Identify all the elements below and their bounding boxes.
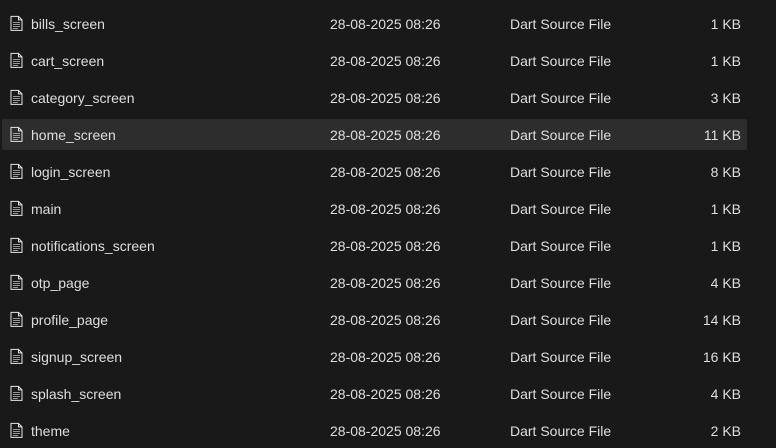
file-date-modified: 28-08-2025 08:26 xyxy=(330,237,441,254)
file-size: 2 KB xyxy=(710,422,741,439)
file-row[interactable]: theme 28-08-2025 08:26 Dart Source File … xyxy=(2,415,747,446)
file-row[interactable]: category_screen 28-08-2025 08:26 Dart So… xyxy=(2,82,747,113)
file-type: Dart Source File xyxy=(510,311,612,328)
file-date-modified: 28-08-2025 08:26 xyxy=(330,200,441,217)
file-row[interactable]: splash_screen 28-08-2025 08:26 Dart Sour… xyxy=(2,378,747,409)
file-row[interactable]: profile_page 28-08-2025 08:26 Dart Sourc… xyxy=(2,304,747,335)
file-row[interactable]: signup_screen 28-08-2025 08:26 Dart Sour… xyxy=(2,341,747,372)
file-list: bills_screen 28-08-2025 08:26 Dart Sourc… xyxy=(0,0,776,448)
file-name: splash_screen xyxy=(31,385,122,402)
document-icon xyxy=(10,163,23,179)
document-icon xyxy=(10,52,23,68)
document-icon xyxy=(10,200,23,216)
document-icon xyxy=(10,89,23,105)
file-date-modified: 28-08-2025 08:26 xyxy=(330,348,441,365)
file-name: login_screen xyxy=(31,163,111,180)
file-date-modified: 28-08-2025 08:26 xyxy=(330,15,441,32)
file-name: notifications_screen xyxy=(31,237,155,254)
file-size: 4 KB xyxy=(710,385,741,402)
file-type: Dart Source File xyxy=(510,89,612,106)
file-type: Dart Source File xyxy=(510,200,612,217)
file-date-modified: 28-08-2025 08:26 xyxy=(330,422,441,439)
file-type: Dart Source File xyxy=(510,237,612,254)
file-row[interactable]: cart_screen 28-08-2025 08:26 Dart Source… xyxy=(2,45,747,76)
file-name: signup_screen xyxy=(31,348,123,365)
file-name: category_screen xyxy=(31,89,135,106)
file-name: main xyxy=(31,200,62,217)
file-row[interactable]: notifications_screen 28-08-2025 08:26 Da… xyxy=(2,230,747,261)
file-date-modified: 28-08-2025 08:26 xyxy=(330,311,441,328)
file-type: Dart Source File xyxy=(510,422,612,439)
file-size: 8 KB xyxy=(710,163,741,180)
file-type: Dart Source File xyxy=(510,348,612,365)
file-type: Dart Source File xyxy=(510,385,612,402)
document-icon xyxy=(10,15,23,31)
file-size: 1 KB xyxy=(710,200,741,217)
file-size: 3 KB xyxy=(710,89,741,106)
file-size: 4 KB xyxy=(710,274,741,291)
file-type: Dart Source File xyxy=(510,126,612,143)
file-size: 1 KB xyxy=(710,52,741,69)
document-icon xyxy=(10,422,23,438)
file-size: 1 KB xyxy=(710,237,741,254)
file-name: home_screen xyxy=(31,126,116,143)
document-icon xyxy=(10,311,23,327)
document-icon xyxy=(10,348,23,364)
file-size: 11 KB xyxy=(703,126,741,143)
file-name: otp_page xyxy=(31,274,90,291)
file-type: Dart Source File xyxy=(510,15,612,32)
file-size: 16 KB xyxy=(702,348,741,365)
file-date-modified: 28-08-2025 08:26 xyxy=(330,89,441,106)
file-row[interactable]: bills_screen 28-08-2025 08:26 Dart Sourc… xyxy=(2,8,747,39)
file-name: theme xyxy=(31,422,70,439)
file-type: Dart Source File xyxy=(510,52,612,69)
file-name: cart_screen xyxy=(31,52,105,69)
document-icon xyxy=(10,237,23,253)
file-row-selected[interactable]: home_screen 28-08-2025 08:26 Dart Source… xyxy=(2,119,747,150)
file-row[interactable]: main 28-08-2025 08:26 Dart Source File 1… xyxy=(2,193,747,224)
document-icon xyxy=(10,385,23,401)
file-date-modified: 28-08-2025 08:26 xyxy=(330,385,441,402)
file-row[interactable]: login_screen 28-08-2025 08:26 Dart Sourc… xyxy=(2,156,747,187)
file-date-modified: 28-08-2025 08:26 xyxy=(330,163,441,180)
file-size: 1 KB xyxy=(710,15,741,32)
file-type: Dart Source File xyxy=(510,163,612,180)
document-icon xyxy=(10,126,23,142)
document-icon xyxy=(10,274,23,290)
file-date-modified: 28-08-2025 08:26 xyxy=(330,126,441,143)
file-size: 14 KB xyxy=(702,311,741,328)
file-date-modified: 28-08-2025 08:26 xyxy=(330,274,441,291)
file-name: profile_page xyxy=(31,311,109,328)
file-type: Dart Source File xyxy=(510,274,612,291)
file-row[interactable]: otp_page 28-08-2025 08:26 Dart Source Fi… xyxy=(2,267,747,298)
file-date-modified: 28-08-2025 08:26 xyxy=(330,52,441,69)
file-name: bills_screen xyxy=(31,15,105,32)
